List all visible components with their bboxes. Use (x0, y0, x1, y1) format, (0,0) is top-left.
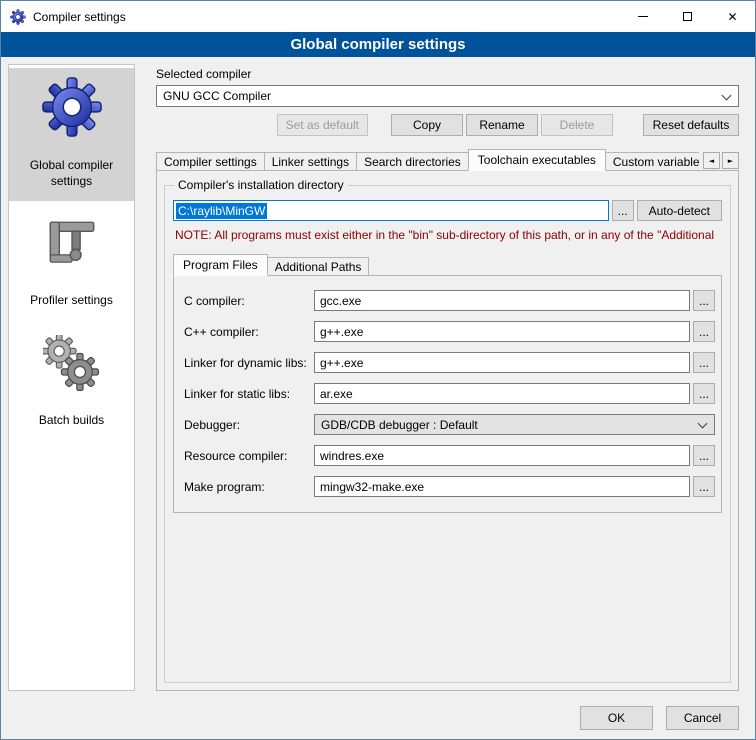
field-row-dynamic-linker: Linker for dynamic libs: g++.exe ... (184, 352, 715, 373)
chevron-down-icon (698, 419, 708, 429)
rename-button[interactable]: Rename (466, 114, 538, 136)
settings-sidebar: Global compiler settings Profiler settin… (8, 64, 135, 691)
make-program-label: Make program: (184, 480, 314, 494)
installation-directory-groupbox: Compiler's installation directory C:\ray… (164, 185, 731, 683)
compiler-select-value: GNU GCC Compiler (163, 89, 271, 103)
sidebar-item-label: Global compiler settings (12, 158, 131, 189)
tab-scroll-right-icon[interactable]: ► (722, 152, 739, 169)
chevron-down-icon (722, 91, 732, 101)
copy-button[interactable]: Copy (391, 114, 463, 136)
maximize-icon (683, 12, 692, 21)
make-program-browse-button[interactable]: ... (693, 476, 715, 497)
subtab-program-files[interactable]: Program Files (173, 254, 268, 276)
dynamic-linker-label: Linker for dynamic libs: (184, 356, 314, 370)
installation-directory-browse-button[interactable]: ... (612, 200, 634, 221)
resource-compiler-browse-button[interactable]: ... (693, 445, 715, 466)
cancel-button[interactable]: Cancel (666, 706, 739, 730)
make-program-input[interactable]: mingw32-make.exe (314, 476, 690, 497)
resource-compiler-input[interactable]: windres.exe (314, 445, 690, 466)
sidebar-item-label: Batch builds (39, 413, 104, 429)
set-as-default-button[interactable]: Set as default (277, 114, 368, 136)
app-gear-icon (10, 9, 26, 25)
sidebar-item-batch-builds[interactable]: Batch builds (9, 327, 134, 441)
tab-linker-settings[interactable]: Linker settings (264, 152, 357, 171)
titlebar: Compiler settings ✕ (1, 1, 755, 32)
minimize-button[interactable] (620, 1, 665, 32)
toolchain-executables-panel: Compiler's installation directory C:\ray… (156, 170, 739, 691)
sidebar-item-global-compiler-settings[interactable]: Global compiler settings (9, 68, 134, 201)
static-linker-browse-button[interactable]: ... (693, 383, 715, 404)
reset-defaults-button[interactable]: Reset defaults (643, 114, 739, 136)
cpp-compiler-label: C++ compiler: (184, 325, 314, 339)
main-area: Selected compiler GNU GCC Compiler Set a… (144, 64, 748, 691)
tab-search-directories[interactable]: Search directories (356, 152, 469, 171)
ok-button[interactable]: OK (580, 706, 653, 730)
installation-directory-row: C:\raylib\MinGW ... Auto-detect (173, 200, 722, 221)
installation-directory-input[interactable]: C:\raylib\MinGW (173, 200, 609, 221)
debugger-select[interactable]: GDB/CDB debugger : Default (314, 414, 715, 435)
maximize-button[interactable] (665, 1, 710, 32)
window-title: Compiler settings (33, 10, 126, 24)
cpp-compiler-input[interactable]: g++.exe (314, 321, 690, 342)
tab-compiler-settings[interactable]: Compiler settings (156, 152, 265, 171)
subtab-additional-paths[interactable]: Additional Paths (267, 257, 370, 276)
program-files-tabstrip: Program Files Additional Paths (173, 255, 722, 276)
installation-directory-legend: Compiler's installation directory (174, 178, 348, 192)
dynamic-linker-input[interactable]: g++.exe (314, 352, 690, 373)
batch-builds-gears-icon (43, 335, 101, 393)
note-text: NOTE: All programs must exist either in … (175, 228, 722, 242)
selected-compiler-label: Selected compiler (156, 67, 739, 81)
c-compiler-label: C compiler: (184, 294, 314, 308)
program-files-panel: C compiler: gcc.exe ... C++ compiler: g+… (173, 275, 722, 513)
minimize-icon (638, 16, 648, 17)
close-button[interactable]: ✕ (710, 1, 755, 32)
tab-scroll-left-icon[interactable]: ◄ (703, 152, 720, 169)
field-row-resource-compiler: Resource compiler: windres.exe ... (184, 445, 715, 466)
cpp-compiler-browse-button[interactable]: ... (693, 321, 715, 342)
debugger-select-value: GDB/CDB debugger : Default (321, 418, 478, 432)
compiler-settings-window: Compiler settings ✕ Global compiler sett… (0, 0, 756, 740)
debugger-label: Debugger: (184, 418, 314, 432)
tab-custom-variables[interactable]: Custom variables (605, 152, 714, 171)
settings-tabstrip: Compiler settings Linker settings Search… (156, 149, 739, 171)
static-linker-label: Linker for static libs: (184, 387, 314, 401)
close-icon: ✕ (727, 11, 737, 23)
delete-button[interactable]: Delete (541, 114, 613, 136)
compiler-buttons-row: Set as default Copy Rename Delete Reset … (156, 114, 739, 136)
c-compiler-input[interactable]: gcc.exe (314, 290, 690, 311)
window-controls: ✕ (620, 1, 755, 32)
dialog-footer: OK Cancel (1, 698, 755, 739)
dialog-header: Global compiler settings (1, 32, 755, 57)
dynamic-linker-browse-button[interactable]: ... (693, 352, 715, 373)
field-row-cpp-compiler: C++ compiler: g++.exe ... (184, 321, 715, 342)
auto-detect-button[interactable]: Auto-detect (637, 200, 722, 221)
c-compiler-browse-button[interactable]: ... (693, 290, 715, 311)
dialog-body: Global compiler settings Profiler settin… (1, 57, 755, 698)
tab-toolchain-executables[interactable]: Toolchain executables (468, 149, 606, 171)
global-compiler-gear-icon (41, 76, 103, 138)
field-row-debugger: Debugger: GDB/CDB debugger : Default (184, 414, 715, 435)
sidebar-item-profiler-settings[interactable]: Profiler settings (9, 207, 134, 321)
tab-scroll-arrows: ◄ ► (699, 152, 739, 169)
field-row-static-linker: Linker for static libs: ar.exe ... (184, 383, 715, 404)
field-row-make-program: Make program: mingw32-make.exe ... (184, 476, 715, 497)
profiler-clamp-icon (43, 215, 101, 273)
resource-compiler-label: Resource compiler: (184, 449, 314, 463)
sidebar-item-label: Profiler settings (30, 293, 113, 309)
static-linker-input[interactable]: ar.exe (314, 383, 690, 404)
field-row-c-compiler: C compiler: gcc.exe ... (184, 290, 715, 311)
compiler-select[interactable]: GNU GCC Compiler (156, 85, 739, 107)
installation-directory-value: C:\raylib\MinGW (176, 203, 267, 219)
